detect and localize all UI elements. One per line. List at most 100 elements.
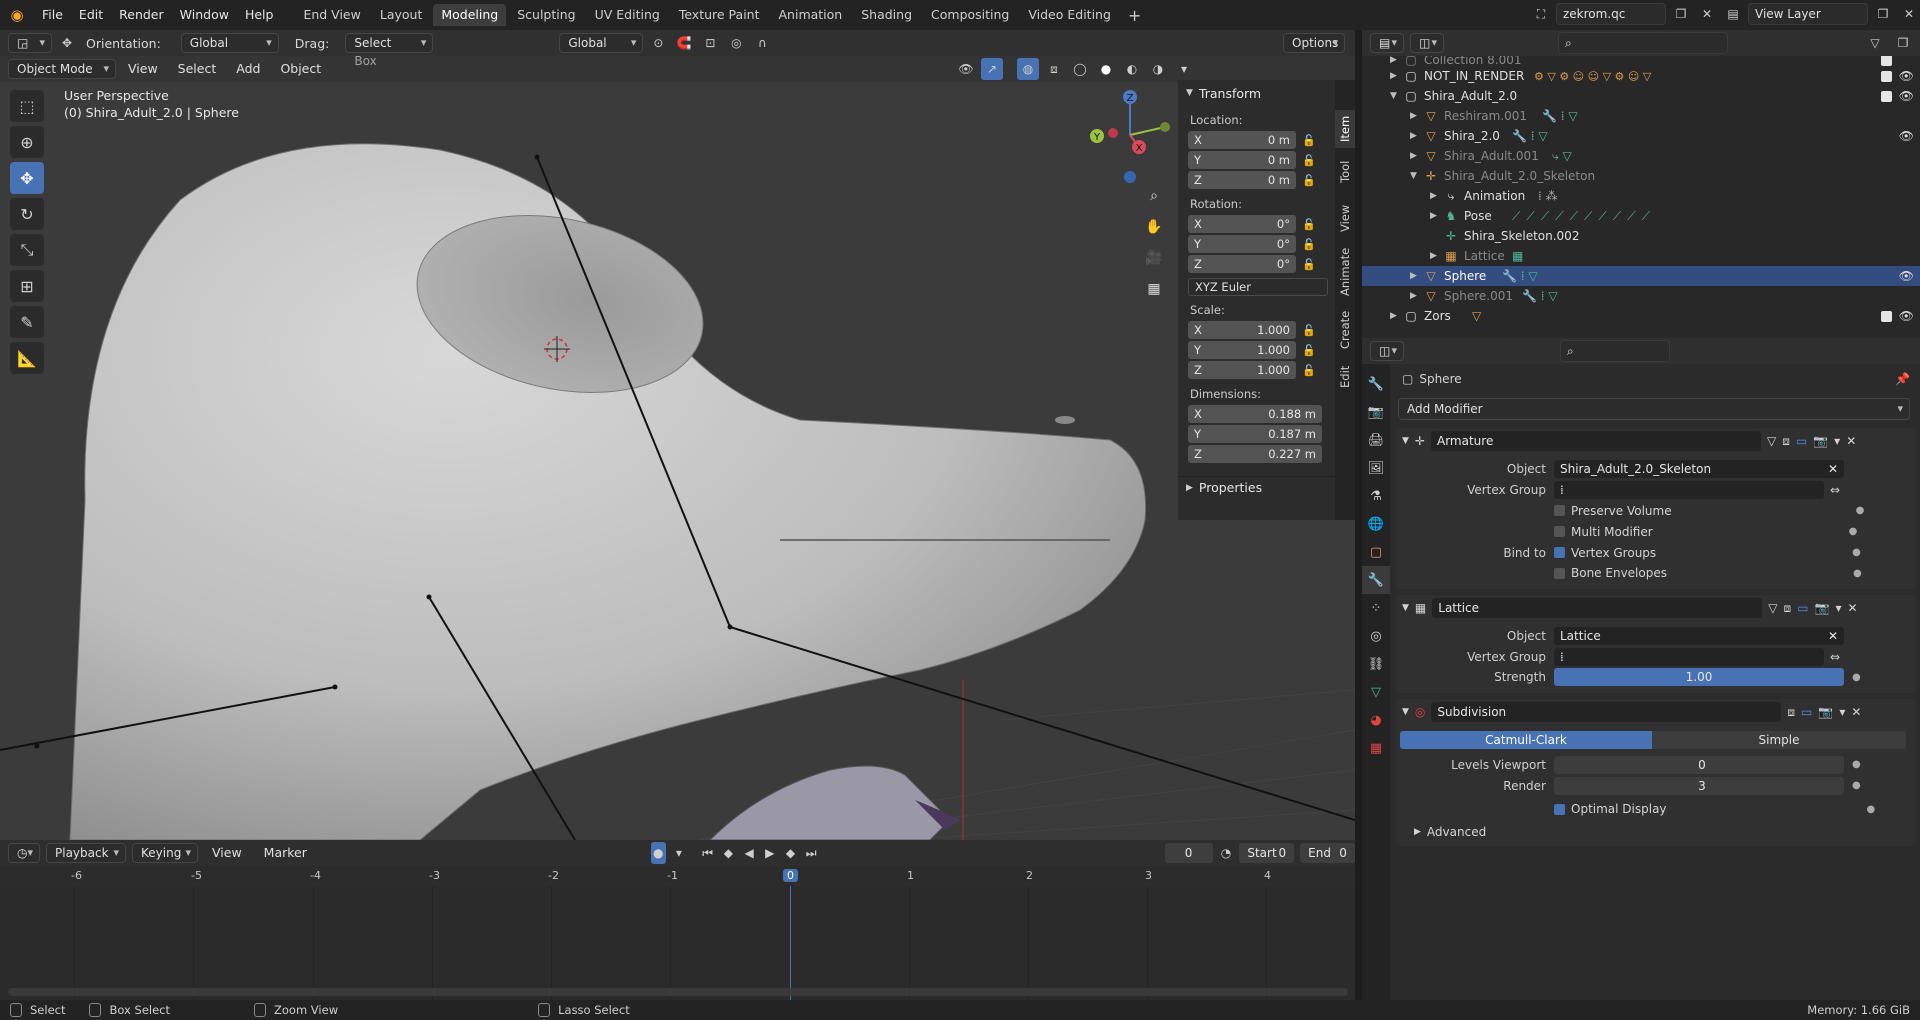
edit-mode-icon[interactable]: ▽ (1767, 434, 1776, 448)
start-frame-field[interactable]: Start 0 (1239, 843, 1295, 863)
modifier-tab-icon[interactable]: 🔧 (1362, 566, 1390, 594)
texture-tab-icon[interactable]: ▦ (1362, 734, 1390, 762)
tab-sculpting[interactable]: Sculpting (509, 4, 583, 26)
ortho-toggle-icon[interactable]: ▦ (1140, 275, 1168, 303)
editor-type-dropdown[interactable]: ◲ (8, 33, 52, 53)
outliner-row[interactable]: ▶ ▽ Reshiram.001 🔧 ⁞ ▽ (1362, 106, 1920, 126)
outliner-row[interactable]: ✛ Shira_Skeleton.002 (1362, 226, 1920, 246)
cage-icon[interactable]: ⧈ (1784, 601, 1792, 616)
visibility-icon[interactable]: 👁 (955, 58, 977, 80)
invert-icon[interactable]: ⇔ (1830, 650, 1840, 664)
location-x-field[interactable]: X0 m (1188, 131, 1296, 149)
timeline-marker-menu[interactable]: Marker (256, 843, 315, 863)
current-frame-field[interactable]: 0 (1164, 843, 1213, 863)
lock-icon[interactable]: 🔓 (1296, 134, 1322, 147)
keyframe-dot-icon[interactable]: ● (1853, 568, 1862, 579)
outliner-editor-type-icon[interactable]: ▤ (1370, 33, 1404, 53)
menu-file[interactable]: File (34, 0, 71, 30)
cursor-tool-icon[interactable]: ⊕ (10, 126, 44, 158)
outliner-row[interactable]: ▶ ▦ Lattice ▦ (1362, 246, 1920, 266)
dimensions-z-field[interactable]: Z 0.227 m (1188, 445, 1322, 463)
solid-shading-icon[interactable]: ● (1095, 58, 1117, 80)
pivot-point-icon[interactable]: ⊙ (647, 32, 669, 54)
lock-icon[interactable]: 🔓 (1296, 324, 1322, 337)
expand-icon[interactable]: ▶ (1410, 291, 1417, 301)
checkbox[interactable] (1881, 70, 1892, 82)
modifier-menu-icon[interactable]: ▾ (1839, 705, 1845, 719)
view-layer-field[interactable]: View Layer (1748, 3, 1868, 25)
properties-header[interactable]: ▶ Properties (1178, 476, 1335, 498)
tab-edit[interactable]: Edit (1335, 360, 1355, 394)
dimensions-y-field[interactable]: Y 0.187 m (1188, 425, 1322, 443)
eye-icon[interactable]: 👁 (1899, 309, 1914, 323)
drag-dropdown[interactable]: Select Box (345, 33, 434, 68)
collapse-icon[interactable]: ▼ (1402, 436, 1409, 446)
optimal-display-checkbox[interactable] (1554, 803, 1565, 815)
realtime-icon[interactable]: ▭ (1796, 434, 1807, 448)
vertex-group-field[interactable]: ⁞ (1554, 480, 1824, 499)
checkbox[interactable] (1881, 310, 1892, 322)
dimensions-x-field[interactable]: X 0.188 m (1188, 405, 1322, 423)
xray-icon[interactable]: ⧈ (1043, 58, 1065, 80)
cage-icon[interactable]: ⧈ (1782, 434, 1790, 449)
outliner-row[interactable]: ▶ ▽ Shira_2.0 🔧 ⁞ ▽ 👁 (1362, 126, 1920, 146)
tab-animate[interactable]: Animate (1335, 244, 1355, 300)
rotation-mode-dropdown[interactable]: XYZ Euler (1188, 278, 1328, 296)
gizmo-toggle-icon[interactable]: ↗ (981, 58, 1003, 80)
lock-icon[interactable]: 🔓 (1296, 344, 1322, 357)
lattice-object-field[interactable]: Lattice ✕ (1554, 626, 1844, 645)
render-levels-field[interactable]: 3 (1554, 776, 1844, 795)
shading-dropdown-icon[interactable]: ▾ (1173, 58, 1195, 80)
outliner-row[interactable]: ▶ ▢ NOT_IN_RENDER ⚙ ▽ ⚙ ☺ ☺ ▽ ⚙ ☺ ▽ 👁 (1362, 66, 1920, 86)
snap-target-icon[interactable]: ⊡ (699, 32, 721, 54)
menu-window[interactable]: Window (172, 0, 237, 30)
simple-button[interactable]: Simple (1652, 730, 1906, 749)
edit-mode-icon[interactable]: ▽ (1768, 601, 1777, 615)
rotate-tool-icon[interactable]: ↻ (10, 198, 44, 230)
zoom-icon[interactable]: ⌕ (1140, 182, 1168, 210)
clear-icon[interactable]: ✕ (1828, 627, 1838, 645)
scene-name-field[interactable]: zekrom.qc (1556, 3, 1666, 25)
rendered-shading-icon[interactable]: ◑ (1147, 58, 1169, 80)
mode-dropdown[interactable]: Object Mode (8, 59, 116, 79)
wireframe-shading-icon[interactable]: ◯ (1069, 58, 1091, 80)
render-icon[interactable]: 📷 (1813, 434, 1828, 448)
pivot-dropdown[interactable]: Global (559, 33, 644, 53)
particles-tab-icon[interactable]: ⁘ (1362, 594, 1390, 622)
lock-icon[interactable]: 🔓 (1296, 238, 1322, 251)
strength-slider[interactable]: 1.00 (1554, 668, 1844, 686)
menu-add[interactable]: Add (228, 59, 268, 79)
pin-icon[interactable]: 📌 (1895, 372, 1910, 386)
tab-shading[interactable]: Shading (853, 4, 920, 26)
render-tab-icon[interactable]: 📷 (1362, 398, 1390, 426)
world-tab-icon[interactable]: 🌐 (1362, 510, 1390, 538)
scene-icon[interactable]: ⛶ (1530, 3, 1552, 25)
auto-keying-icon[interactable]: ● (650, 842, 666, 864)
new-collection-icon[interactable]: ❐ (1892, 32, 1914, 54)
tab-compositing[interactable]: Compositing (923, 4, 1017, 26)
remove-modifier-icon[interactable]: ✕ (1846, 434, 1856, 448)
close-scene-icon[interactable]: ✕ (1696, 3, 1718, 25)
camera-view-icon[interactable]: 🎥 (1140, 244, 1168, 272)
remove-modifier-icon[interactable]: ✕ (1851, 705, 1861, 719)
collapse-icon[interactable]: ▼ (1402, 707, 1409, 717)
display-mode-icon[interactable]: ◫ (1410, 33, 1444, 53)
expand-icon[interactable]: ▶ (1430, 191, 1437, 201)
close-layer-icon[interactable]: ✕ (1898, 3, 1920, 25)
copy-scene-icon[interactable]: ❐ (1670, 3, 1692, 25)
next-keyframe-icon[interactable]: ◆ (783, 842, 798, 864)
outliner-row[interactable]: ▶ ▢ Zors ▽ 👁 (1362, 306, 1920, 326)
catmull-clark-button[interactable]: Catmull-Clark (1400, 730, 1652, 749)
annotate-tool-icon[interactable]: ✎ (10, 306, 44, 338)
eye-icon[interactable]: 👁 (1899, 129, 1914, 143)
move-tool-icon[interactable]: ✥ (10, 162, 44, 194)
play-icon[interactable]: ▶ (762, 842, 777, 864)
expand-icon[interactable]: ▶ (1430, 251, 1437, 261)
prev-keyframe-icon[interactable]: ◆ (721, 842, 736, 864)
invert-icon[interactable]: ⇔ (1830, 483, 1840, 497)
bone-envelopes-checkbox[interactable] (1554, 567, 1565, 579)
timeline-scrollbar[interactable] (8, 988, 1348, 996)
expand-icon[interactable]: ▶ (1390, 56, 1397, 65)
keyframe-dot-icon[interactable]: ● (1852, 672, 1861, 683)
keyframe-dot-icon[interactable]: ● (1849, 526, 1858, 537)
